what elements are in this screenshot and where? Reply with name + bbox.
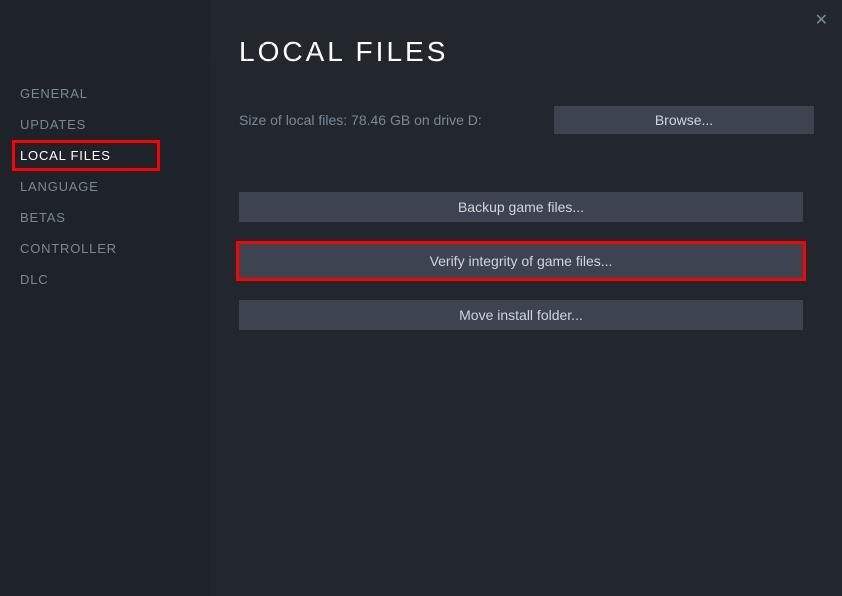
backup-game-files-button[interactable]: Backup game files... [239,192,803,222]
sidebar-item-general[interactable]: GENERAL [20,78,211,109]
sidebar-item-dlc[interactable]: DLC [20,264,211,295]
sidebar: GENERAL UPDATES LOCAL FILES LANGUAGE BET… [0,0,211,596]
main-panel: ✕ LOCAL FILES Size of local files: 78.46… [211,0,842,596]
move-install-folder-button[interactable]: Move install folder... [239,300,803,330]
browse-button[interactable]: Browse... [554,106,814,134]
size-info-text: Size of local files: 78.46 GB on drive D… [239,112,482,128]
page-title: LOCAL FILES [239,36,814,68]
sidebar-item-betas[interactable]: BETAS [20,202,211,233]
sidebar-item-updates[interactable]: UPDATES [20,109,211,140]
close-icon[interactable]: ✕ [815,10,828,30]
sidebar-item-local-files[interactable]: LOCAL FILES [12,140,160,171]
sidebar-item-language[interactable]: LANGUAGE [20,171,211,202]
decorative-dots [211,0,311,60]
info-row: Size of local files: 78.46 GB on drive D… [239,106,814,134]
sidebar-item-controller[interactable]: CONTROLLER [20,233,211,264]
verify-integrity-button[interactable]: Verify integrity of game files... [239,244,803,278]
